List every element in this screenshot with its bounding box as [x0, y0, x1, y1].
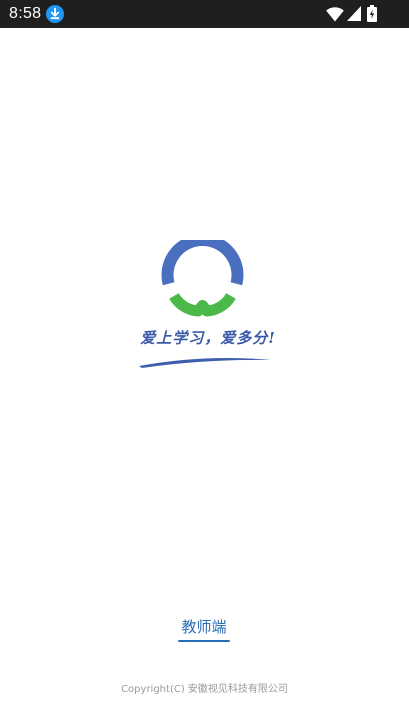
copyright-text: Copyright(C) 安徽视见科技有限公司 [121, 684, 288, 695]
battery-icon [367, 5, 377, 22]
download-icon [46, 5, 64, 23]
logo-blue-arc [161, 240, 244, 286]
signal-icon [347, 6, 361, 21]
teacher-role-label: 教师端 [181, 618, 227, 636]
app-logo [139, 240, 271, 368]
wifi-icon [326, 7, 344, 22]
teacher-role-button[interactable]: 教师端 [172, 614, 236, 644]
status-time: 8:58 [9, 5, 42, 22]
logo-brush-stroke [139, 358, 271, 368]
status-bar: 8:58 [0, 0, 409, 28]
slogan-text: 爱上学习，爱多分! [140, 329, 276, 347]
logo-green-arc [169, 292, 236, 317]
teacher-role-underline [178, 640, 230, 642]
